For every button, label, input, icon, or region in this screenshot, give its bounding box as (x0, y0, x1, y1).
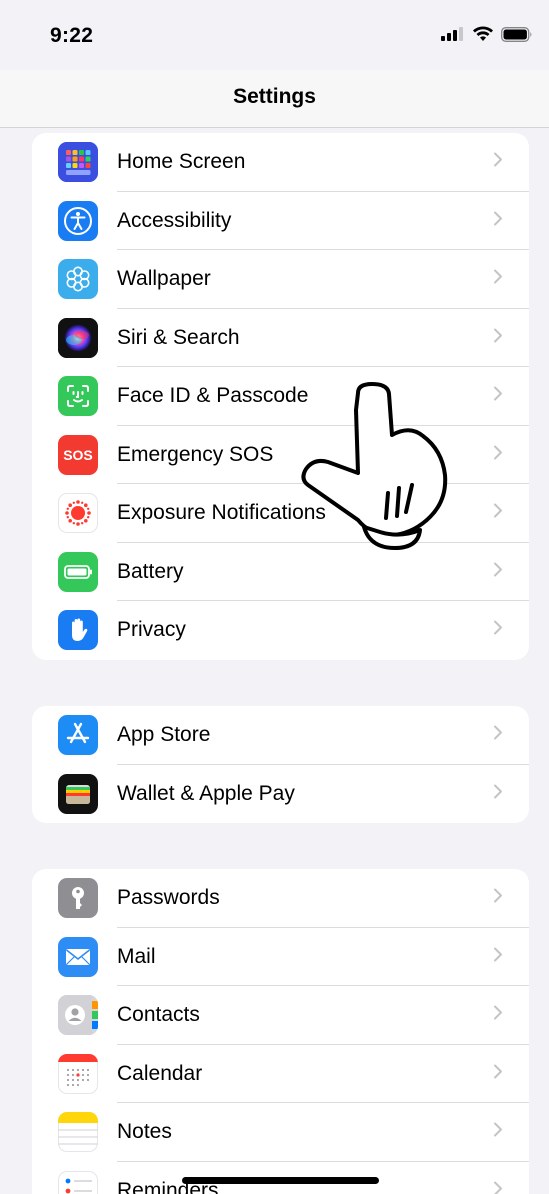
chevron-right-icon (493, 1005, 503, 1026)
settings-row-label: Emergency SOS (117, 442, 274, 466)
settings-row-label: Contacts (117, 1003, 200, 1027)
battery-icon (58, 551, 98, 592)
settings-row-contacts[interactable]: Contacts (32, 986, 529, 1045)
chevron-right-icon (493, 783, 503, 804)
settings-row-privacy[interactable]: Privacy (32, 601, 529, 660)
settings-row-label: Wallet & Apple Pay (117, 781, 295, 805)
settings-row-notes[interactable]: Notes (32, 1103, 529, 1162)
settings-row-wallpaper[interactable]: Wallpaper (32, 250, 529, 309)
wifi-icon (472, 26, 494, 47)
settings-row-label: Privacy (117, 618, 186, 642)
settings-row-label: Face ID & Passcode (117, 384, 309, 408)
settings-row-label: Notes (117, 1120, 172, 1144)
chevron-right-icon (493, 269, 503, 290)
settings-row-label: Passwords (117, 886, 220, 910)
chevron-right-icon (493, 620, 503, 641)
chevron-right-icon (493, 386, 503, 407)
settings-group-store: App Store Wallet & Apple Pay (32, 706, 529, 823)
chevron-right-icon (493, 561, 503, 582)
navigation-bar: Settings (0, 70, 549, 128)
settings-group-apps: Passwords Mail Contacts Calendar Notes R… (32, 869, 529, 1194)
settings-row-home-screen[interactable]: Home Screen (32, 133, 529, 192)
exposure-notifications-icon (58, 493, 98, 534)
chevron-right-icon (493, 1122, 503, 1143)
settings-row-app-store[interactable]: App Store (32, 706, 529, 765)
status-icons (441, 26, 533, 47)
chevron-right-icon (493, 503, 503, 524)
wallet-icon (58, 773, 98, 814)
battery-status-icon (501, 26, 533, 47)
calendar-icon (58, 1053, 98, 1094)
chevron-right-icon (493, 888, 503, 909)
reminders-icon (58, 1170, 98, 1194)
settings-row-label: Home Screen (117, 150, 246, 174)
settings-row-exposure-notifications[interactable]: Exposure Notifications (32, 484, 529, 543)
status-bar: 9:22 (0, 0, 549, 70)
settings-row-face-id-passcode[interactable]: Face ID & Passcode (32, 367, 529, 426)
settings-row-siri-search[interactable]: Siri & Search (32, 309, 529, 367)
chevron-right-icon (493, 327, 503, 348)
page-title: Settings (233, 85, 316, 108)
chevron-right-icon (493, 210, 503, 231)
sos-icon-text: SOS (63, 446, 93, 463)
accessibility-icon (58, 200, 98, 241)
settings-row-mail[interactable]: Mail (32, 928, 529, 986)
contacts-icon (58, 995, 98, 1036)
chevron-right-icon (493, 725, 503, 746)
chevron-right-icon (493, 946, 503, 967)
settings-row-passwords[interactable]: Passwords (32, 869, 529, 928)
settings-row-label: Calendar (117, 1061, 203, 1085)
home-screen-icon (58, 142, 98, 183)
settings-list[interactable]: Home Screen Accessibility Wallpaper Siri… (0, 128, 549, 1194)
chevron-right-icon (493, 1180, 503, 1194)
face-id-icon (58, 376, 98, 417)
home-indicator[interactable] (182, 1177, 379, 1184)
settings-row-accessibility[interactable]: Accessibility (32, 192, 529, 250)
siri-icon (58, 317, 98, 358)
settings-row-label: App Store (117, 723, 211, 747)
notes-icon (58, 1112, 98, 1153)
tap-hand-pointer-icon (300, 380, 450, 560)
settings-row-label: Exposure Notifications (117, 501, 326, 525)
cellular-signal-icon (441, 27, 465, 46)
mail-icon (58, 936, 98, 977)
privacy-hand-icon (58, 610, 98, 651)
status-time: 9:22 (50, 24, 94, 47)
settings-row-label: Siri & Search (117, 325, 240, 349)
settings-row-emergency-sos[interactable]: SOS Emergency SOS (32, 426, 529, 484)
settings-row-label: Mail (117, 944, 156, 968)
wallpaper-icon (58, 259, 98, 300)
settings-row-battery[interactable]: Battery (32, 543, 529, 601)
chevron-right-icon (493, 444, 503, 465)
settings-row-label: Battery (117, 559, 184, 583)
settings-row-wallet-apple-pay[interactable]: Wallet & Apple Pay (32, 765, 529, 824)
key-icon (58, 878, 98, 919)
settings-row-calendar[interactable]: Calendar (32, 1045, 529, 1103)
sos-icon: SOS (58, 434, 98, 475)
chevron-right-icon (493, 152, 503, 173)
chevron-right-icon (493, 1063, 503, 1084)
settings-row-label: Accessibility (117, 208, 232, 232)
app-store-icon (58, 715, 98, 756)
settings-row-label: Wallpaper (117, 267, 211, 291)
settings-group-general: Home Screen Accessibility Wallpaper Siri… (32, 133, 529, 660)
